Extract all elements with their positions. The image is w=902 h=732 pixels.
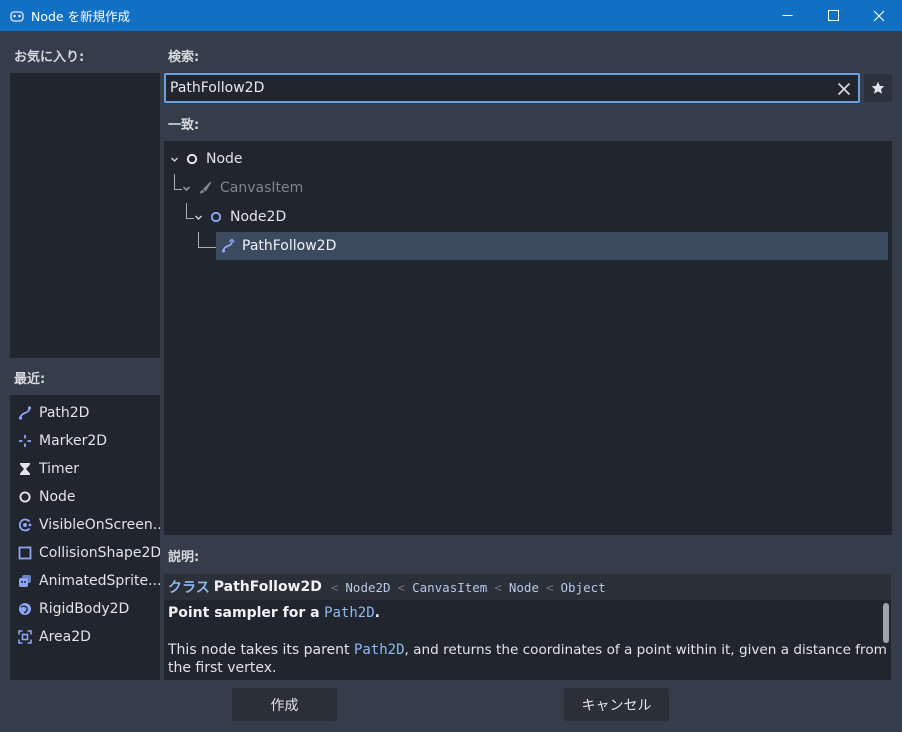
chevron-down-icon[interactable]: [192, 213, 204, 222]
tree-item-label: PathFollow2D: [242, 238, 337, 254]
godot-icon: [9, 8, 25, 24]
path-follow-icon: [221, 239, 235, 253]
cancel-button[interactable]: キャンセル: [564, 688, 669, 721]
node2d-circle-icon: [210, 211, 222, 223]
close-icon: [873, 10, 885, 21]
recent-item-path2d[interactable]: Path2D: [10, 399, 160, 427]
minimize-button[interactable]: [764, 0, 810, 31]
title-bar: Node を新規作成: [0, 0, 902, 31]
favorite-toggle-button[interactable]: [864, 74, 892, 102]
search-field[interactable]: [164, 73, 860, 103]
search-label: 検索:: [168, 50, 200, 65]
star-icon: [871, 81, 885, 94]
recent-item-visible-on-screen[interactable]: VisibleOnScreen...: [10, 511, 160, 539]
recent-item-label: Area2D: [39, 629, 91, 645]
collision-shape-icon: [18, 546, 32, 560]
recent-item-marker2d[interactable]: Marker2D: [10, 427, 160, 455]
recent-item-label: Marker2D: [39, 433, 108, 449]
description-scrollbar[interactable]: [883, 603, 889, 643]
inherits-link-node[interactable]: Node: [509, 580, 539, 595]
matches-label: 一致:: [168, 118, 200, 133]
class-header: クラス PathFollow2D < Node2D < CanvasItem <…: [164, 574, 891, 600]
tree-item-node[interactable]: Node: [168, 145, 888, 173]
window-title: Node を新規作成: [31, 9, 131, 24]
chevron-down-icon[interactable]: [168, 155, 180, 164]
tree-item-node2d[interactable]: Node2D: [192, 203, 888, 231]
tree-item-label: Node: [206, 151, 243, 167]
marker-icon: [18, 434, 32, 448]
create-button[interactable]: 作成: [232, 688, 337, 721]
rigid-body-icon: [18, 602, 32, 616]
tree-item-label: CanvasItem: [220, 180, 304, 196]
recent-item-label: Path2D: [39, 405, 90, 421]
inherits-link-node2d[interactable]: Node2D: [345, 580, 390, 595]
class-name: PathFollow2D: [213, 579, 322, 595]
recent-item-label: RigidBody2D: [39, 601, 130, 617]
inherits-link-object[interactable]: Object: [561, 580, 606, 595]
recent-item-label: CollisionShape2D: [39, 545, 160, 561]
chevron-down-icon[interactable]: [180, 184, 192, 193]
path2d-link[interactable]: Path2D: [324, 605, 375, 621]
recent-item-animated-sprite[interactable]: AnimatedSprite...: [10, 567, 160, 595]
tree-item-pathfollow2d[interactable]: PathFollow2D: [216, 232, 888, 260]
close-button[interactable]: [856, 0, 902, 31]
recent-item-label: Timer: [39, 461, 80, 477]
description-text: Point sampler for a Path2D. This node ta…: [168, 605, 887, 676]
tree-guide: [198, 232, 216, 248]
recent-item-collision-shape2d[interactable]: CollisionShape2D: [10, 539, 160, 567]
favorites-label: お気に入り:: [14, 50, 85, 65]
node-circle-icon: [18, 490, 32, 504]
recent-item-area2d[interactable]: Area2D: [10, 623, 160, 651]
visible-notifier-icon: [18, 518, 32, 532]
path2d-link[interactable]: Path2D: [354, 642, 405, 658]
tree-item-label: Node2D: [230, 209, 287, 225]
maximize-icon: [827, 10, 839, 21]
brush-icon: [198, 181, 212, 195]
inherits-link-canvasitem[interactable]: CanvasItem: [412, 580, 487, 595]
tree-item-canvasitem[interactable]: CanvasItem: [180, 174, 888, 202]
recent-label: 最近:: [14, 372, 46, 387]
path-icon: [18, 406, 32, 420]
area-icon: [18, 630, 32, 644]
recent-item-label: Node: [39, 489, 76, 505]
search-input[interactable]: [166, 80, 806, 96]
recent-item-rigidbody2d[interactable]: RigidBody2D: [10, 595, 160, 623]
node-circle-icon: [186, 153, 198, 165]
class-prefix: クラス: [168, 580, 210, 596]
maximize-button[interactable]: [810, 0, 856, 31]
recent-item-node[interactable]: Node: [10, 483, 160, 511]
clear-search-icon[interactable]: [834, 79, 854, 99]
favorites-list[interactable]: [10, 73, 160, 358]
recent-item-label: AnimatedSprite...: [39, 573, 160, 589]
minimize-icon: [782, 15, 792, 16]
recent-item-timer[interactable]: Timer: [10, 455, 160, 483]
recent-item-label: VisibleOnScreen...: [39, 517, 160, 533]
description-label: 説明:: [168, 550, 200, 565]
timer-icon: [18, 462, 32, 476]
animated-sprite-icon: [18, 574, 32, 588]
